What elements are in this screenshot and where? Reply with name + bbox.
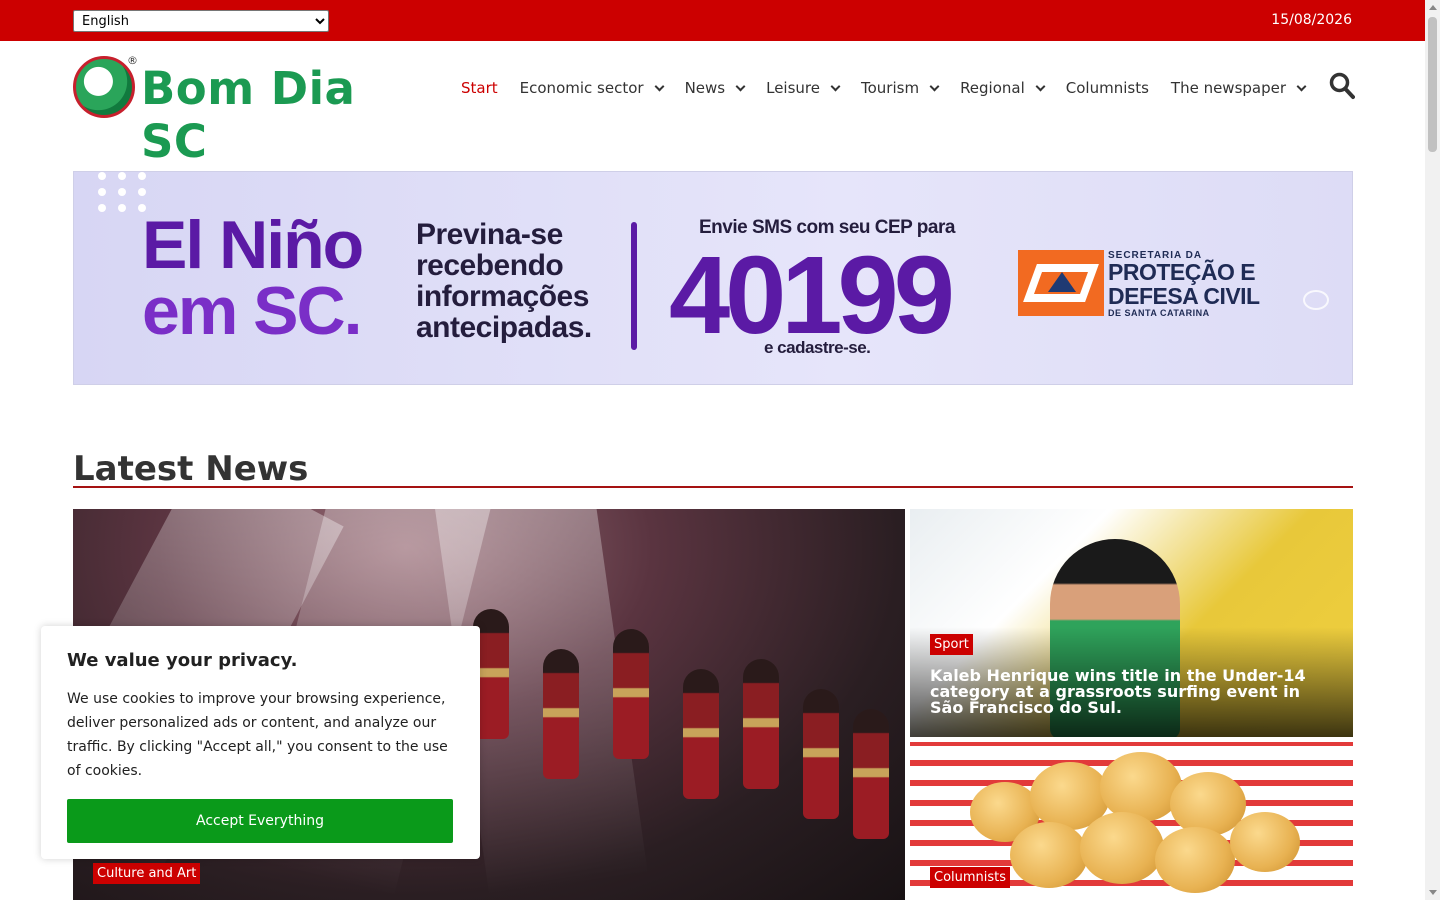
cookie-text: We use cookies to improve your browsing … (67, 691, 448, 779)
section-title-latest-news: Latest News (73, 449, 309, 489)
cookie-title: We value your privacy. (67, 650, 298, 671)
scroll-up-arrow-icon[interactable] (1429, 5, 1437, 10)
banner-org-name: PROTEÇÃO E DEFESA CIVIL (1108, 260, 1260, 308)
section-divider (73, 486, 1353, 488)
banner-subtext-line: informações (416, 280, 589, 313)
nav-item-regional[interactable]: Regional (960, 79, 1046, 97)
nav-label: News (684, 79, 726, 97)
language-select[interactable]: English (73, 10, 329, 32)
nav-label: Regional (960, 79, 1025, 97)
nav-label: Start (461, 79, 498, 97)
nav-item-economic-sector[interactable]: Economic sector (519, 79, 665, 97)
site-header: ® Bom Dia SC Start Economic sector News … (0, 41, 1425, 168)
site-logo[interactable]: ® Bom Dia SC (73, 54, 413, 168)
dancer-figure (613, 629, 649, 759)
logo-text: Bom Dia SC (141, 62, 356, 168)
nav-label: The newspaper (1170, 79, 1287, 97)
chevron-down-icon (735, 81, 746, 91)
food-figure (1100, 752, 1182, 822)
dancer-figure (683, 669, 719, 799)
dancer-figure (743, 659, 779, 789)
current-date: 15/08/2026 (1271, 12, 1352, 28)
banner-headline-line2: em SC. (142, 273, 363, 349)
top-bar: English 15/08/2026 (0, 0, 1425, 41)
nav-label: Tourism (861, 79, 920, 97)
food-figure (1010, 822, 1088, 888)
chevron-down-icon (1296, 81, 1307, 91)
food-figure (1155, 827, 1235, 893)
cookie-consent-dialog: We value your privacy. We use cookies to… (41, 626, 480, 859)
category-tag[interactable]: Culture and Art (93, 863, 201, 884)
banner-headline: El Niño em SC. (142, 207, 364, 349)
banner-ad[interactable]: El Niño em SC. Previna-se recebendo info… (73, 171, 1353, 385)
accept-cookies-button[interactable]: Accept Everything (67, 799, 453, 843)
banner-headline-line1: El Niño (142, 207, 364, 283)
defesa-civil-logo-icon (1018, 250, 1104, 316)
nav-label: Leisure (766, 79, 820, 97)
category-tag[interactable]: Columnists (930, 867, 1011, 888)
logo-registered-mark: ® (127, 54, 138, 67)
logo-globe-icon (73, 56, 135, 118)
dancer-figure (803, 689, 839, 819)
dancer-figure (853, 709, 889, 839)
chevron-down-icon (654, 81, 665, 91)
banner-divider (631, 222, 637, 350)
dancer-figure (543, 649, 579, 779)
page-scrollbar[interactable] (1425, 0, 1440, 900)
banner-circle-decoration (1303, 290, 1329, 310)
nav-item-tourism[interactable]: Tourism (861, 79, 940, 97)
nav-item-the-newspaper[interactable]: The newspaper (1170, 79, 1307, 97)
banner-org-line: DEFESA CIVIL (1108, 283, 1260, 309)
banner-org-line: PROTEÇÃO E (1108, 259, 1256, 285)
banner-subtext: Previna-se recebendo informações antecip… (416, 219, 592, 343)
chevron-down-icon (929, 81, 940, 91)
banner-subtext-line: Previna-se (416, 218, 563, 251)
scroll-thumb[interactable] (1428, 17, 1437, 152)
banner-org-state: DE SANTA CATARINA (1108, 308, 1210, 318)
food-figure (1230, 812, 1300, 872)
food-figure (1080, 812, 1164, 884)
nav-label: Economic sector (519, 79, 644, 97)
chevron-down-icon (830, 81, 841, 91)
nav-item-start[interactable]: Start (461, 79, 498, 97)
nav-item-leisure[interactable]: Leisure (766, 79, 841, 97)
main-nav: Start Economic sector News Leisure Touri… (461, 79, 1327, 97)
banner-subtext-line: antecipadas. (416, 311, 592, 344)
nav-label: Columnists (1065, 79, 1149, 97)
banner-cadastre-text: e cadastre-se. (764, 338, 871, 357)
nav-item-news[interactable]: News (684, 79, 746, 97)
scroll-down-arrow-icon[interactable] (1429, 890, 1437, 895)
banner-subtext-line: recebendo (416, 249, 564, 282)
nav-item-columnists[interactable]: Columnists (1066, 79, 1149, 97)
news-card-columnists[interactable]: Columnists (910, 742, 1353, 900)
search-icon[interactable] (1329, 72, 1355, 100)
category-tag[interactable]: Sport (930, 634, 973, 655)
news-card-title[interactable]: Kaleb Henrique wins title in the Under-1… (930, 668, 1335, 716)
chevron-down-icon (1035, 81, 1046, 91)
news-card-sport[interactable]: Sport Kaleb Henrique wins title in the U… (910, 509, 1353, 737)
